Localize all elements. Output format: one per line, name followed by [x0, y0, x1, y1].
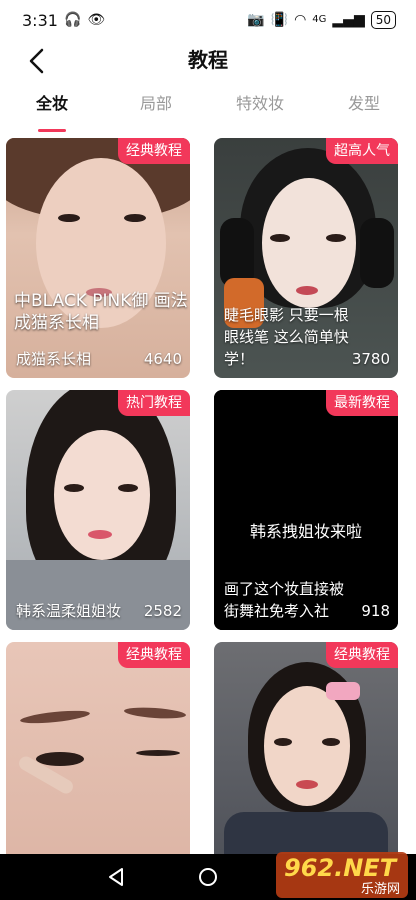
- card-badge: 热门教程: [118, 390, 190, 416]
- card-view-count: 2582: [143, 602, 182, 620]
- card-photo: [6, 390, 190, 630]
- card-badge: 最新教程: [326, 390, 398, 416]
- card-view-count: 3780: [351, 350, 390, 368]
- card-photo: [6, 642, 190, 854]
- card-view-count: 918: [361, 602, 390, 620]
- site-watermark-logo: 962.NET 乐游网: [276, 852, 408, 898]
- network-label: 4G: [312, 14, 327, 25]
- card-center-text: 韩系拽姐妆来啦: [249, 522, 362, 541]
- category-tabs: 全妆 局部 特效妆 发型: [0, 88, 416, 134]
- battery-indicator: 50: [370, 11, 396, 29]
- signal-icon: ▂▄▆: [332, 12, 365, 28]
- circle-home-icon: [199, 868, 217, 886]
- status-bar: 3:31 🎧 👁 📷 📳 ◠ 4G ▂▄▆ 50: [0, 0, 416, 40]
- title-bar: 教程: [0, 40, 416, 80]
- card-photo: [214, 642, 398, 854]
- card-caption: 画了这个妆直接被街舞社免考入社: [224, 580, 345, 620]
- vibrate-icon: 📳: [270, 12, 289, 28]
- tab-full-makeup[interactable]: 全妆: [0, 88, 104, 134]
- tutorial-card[interactable]: 经典教程: [6, 642, 190, 854]
- card-view-count: 4640: [143, 350, 182, 368]
- tutorial-grid: 中BLACK PINK御 画法成猫系长相 经典教程 成猫系长相 4640 超高人…: [6, 138, 410, 854]
- tutorial-card[interactable]: 韩系拽姐妆来啦 最新教程 画了这个妆直接被街舞社免考入社 918: [214, 390, 398, 630]
- tutorial-card[interactable]: 超高人气 睫毛眼影 只要一根眼线笔 这么简单快学！ 3780: [214, 138, 398, 378]
- card-badge: 超高人气: [326, 138, 398, 164]
- card-caption: 睫毛眼影 只要一根眼线笔 这么简单快学！: [224, 306, 349, 368]
- tutorial-card[interactable]: 经典教程: [214, 642, 398, 854]
- headphones-icon: 🎧: [63, 12, 82, 28]
- camera-icon: 📷: [247, 12, 265, 28]
- page-title: 教程: [188, 48, 228, 72]
- wifi-icon: ◠: [294, 12, 307, 28]
- card-badge: 经典教程: [118, 138, 190, 164]
- eye-icon: 👁: [87, 12, 106, 28]
- nav-back-button[interactable]: [101, 862, 131, 892]
- triangle-back-icon: [109, 868, 123, 886]
- card-badge: 经典教程: [118, 642, 190, 668]
- tab-special-effect[interactable]: 特效妆: [208, 88, 312, 134]
- tab-hairstyle[interactable]: 发型: [312, 88, 416, 134]
- watermark-sub-text: 乐游网: [360, 882, 400, 897]
- tutorial-card[interactable]: 中BLACK PINK御 画法成猫系长相 经典教程 成猫系长相 4640: [6, 138, 190, 378]
- status-time: 3:31: [22, 10, 58, 30]
- tab-partial[interactable]: 局部: [104, 88, 208, 134]
- card-caption: 成猫系长相: [16, 350, 92, 368]
- card-overlay-text: 中BLACK PINK御 画法成猫系长相: [14, 291, 188, 333]
- nav-home-button[interactable]: [193, 862, 223, 892]
- card-caption: 韩系温柔姐姐妆: [16, 602, 122, 620]
- tutorial-card[interactable]: 热门教程 韩系温柔姐姐妆 2582: [6, 390, 190, 630]
- card-photo: [6, 138, 190, 378]
- card-badge: 经典教程: [326, 642, 398, 668]
